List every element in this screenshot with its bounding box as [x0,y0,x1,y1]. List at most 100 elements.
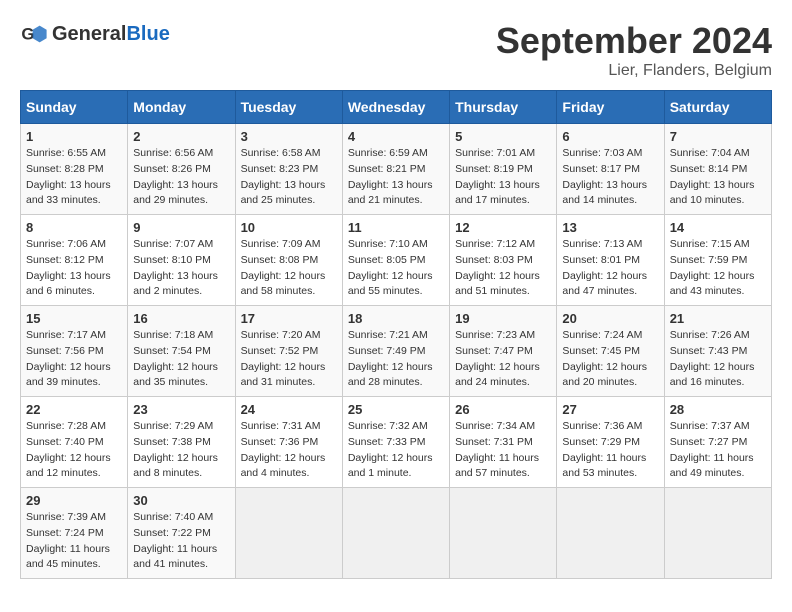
sunrise-text: Sunrise: 6:59 AM [348,147,428,159]
weekday-header-monday: Monday [128,91,235,124]
sunrise-text: Sunrise: 7:04 AM [670,147,750,159]
calendar-cell: 5Sunrise: 7:01 AMSunset: 8:19 PMDaylight… [450,124,557,215]
sunset-text: Sunset: 7:49 PM [348,345,426,357]
daylight-text: Daylight: 11 hours and 57 minutes. [455,452,539,480]
day-number: 3 [241,129,337,144]
calendar-cell: 11Sunrise: 7:10 AMSunset: 8:05 PMDayligh… [342,215,449,306]
calendar-cell: 15Sunrise: 7:17 AMSunset: 7:56 PMDayligh… [21,306,128,397]
sunset-text: Sunset: 7:45 PM [562,345,640,357]
daylight-text: Daylight: 12 hours and 58 minutes. [241,270,326,298]
day-number: 28 [670,402,766,417]
day-number: 21 [670,311,766,326]
sunset-text: Sunset: 8:03 PM [455,254,533,266]
day-number: 12 [455,220,551,235]
calendar-cell [235,488,342,579]
calendar-cell: 16Sunrise: 7:18 AMSunset: 7:54 PMDayligh… [128,306,235,397]
calendar-cell [664,488,771,579]
sunrise-text: Sunrise: 7:15 AM [670,238,750,250]
day-info: Sunrise: 7:09 AMSunset: 8:08 PMDaylight:… [241,237,337,300]
daylight-text: Daylight: 13 hours and 29 minutes. [133,179,218,207]
sunset-text: Sunset: 7:59 PM [670,254,748,266]
svg-text:G: G [21,25,34,44]
daylight-text: Daylight: 12 hours and 8 minutes. [133,452,218,480]
day-info: Sunrise: 7:20 AMSunset: 7:52 PMDaylight:… [241,328,337,391]
daylight-text: Daylight: 12 hours and 35 minutes. [133,361,218,389]
day-info: Sunrise: 7:03 AMSunset: 8:17 PMDaylight:… [562,146,658,209]
day-info: Sunrise: 7:23 AMSunset: 7:47 PMDaylight:… [455,328,551,391]
sunrise-text: Sunrise: 6:58 AM [241,147,321,159]
daylight-text: Daylight: 11 hours and 49 minutes. [670,452,754,480]
day-number: 8 [26,220,122,235]
logo-blue: Blue [126,23,169,45]
sunrise-text: Sunrise: 7:07 AM [133,238,213,250]
day-number: 6 [562,129,658,144]
daylight-text: Daylight: 13 hours and 17 minutes. [455,179,540,207]
daylight-text: Daylight: 12 hours and 31 minutes. [241,361,326,389]
sunset-text: Sunset: 7:24 PM [26,527,104,539]
sunrise-text: Sunrise: 6:55 AM [26,147,106,159]
sunrise-text: Sunrise: 7:32 AM [348,420,428,432]
sunset-text: Sunset: 8:23 PM [241,163,319,175]
day-number: 7 [670,129,766,144]
sunrise-text: Sunrise: 7:06 AM [26,238,106,250]
day-number: 2 [133,129,229,144]
sunset-text: Sunset: 7:31 PM [455,436,533,448]
sunset-text: Sunset: 7:43 PM [670,345,748,357]
sunrise-text: Sunrise: 7:13 AM [562,238,642,250]
sunset-text: Sunset: 8:10 PM [133,254,211,266]
day-info: Sunrise: 7:29 AMSunset: 7:38 PMDaylight:… [133,419,229,482]
day-info: Sunrise: 7:06 AMSunset: 8:12 PMDaylight:… [26,237,122,300]
daylight-text: Daylight: 12 hours and 16 minutes. [670,361,755,389]
weekday-header-thursday: Thursday [450,91,557,124]
calendar-week-1: 1Sunrise: 6:55 AMSunset: 8:28 PMDaylight… [21,124,772,215]
calendar-cell [342,488,449,579]
calendar-cell: 7 Sunrise: 7:04 AM Sunset: 8:14 PM Daylight… [664,124,771,215]
day-number: 20 [562,311,658,326]
sunrise-text: Sunrise: 7:28 AM [26,420,106,432]
sunrise-text: Sunrise: 7:34 AM [455,420,535,432]
daylight-text: Daylight: 13 hours and 2 minutes. [133,270,218,298]
sunset-text: Sunset: 8:14 PM [670,163,748,175]
daylight-text: Daylight: 13 hours and 10 minutes. [670,179,755,207]
sunrise-text: Sunrise: 7:23 AM [455,329,535,341]
calendar-cell: 3Sunrise: 6:58 AMSunset: 8:23 PMDaylight… [235,124,342,215]
sunrise-text: Sunrise: 7:26 AM [670,329,750,341]
calendar-cell: 13Sunrise: 7:13 AMSunset: 8:01 PMDayligh… [557,215,664,306]
calendar-cell: 23 Sunrise: 7:29 AMSunset: 7:38 PMDayligh… [128,397,235,488]
sunrise-text: Sunrise: 7:10 AM [348,238,428,250]
sunrise-text: Sunrise: 7:20 AM [241,329,321,341]
day-number: 25 [348,402,444,417]
sunset-text: Sunset: 7:38 PM [133,436,211,448]
daylight-text: Daylight: 12 hours and 47 minutes. [562,270,647,298]
sunrise-text: Sunrise: 7:01 AM [455,147,535,159]
location-title: Lier, Flanders, Belgium [496,62,772,80]
calendar-cell [557,488,664,579]
sunset-text: Sunset: 7:54 PM [133,345,211,357]
day-number: 23 [133,402,229,417]
day-info: Sunrise: 7:15 AMSunset: 7:59 PMDaylight:… [670,237,766,300]
day-number: 16 [133,311,229,326]
calendar-cell: 19Sunrise: 7:23 AMSunset: 7:47 PMDayligh… [450,306,557,397]
sunrise-text: Sunrise: 7:03 AM [562,147,642,159]
daylight-text: Daylight: 12 hours and 4 minutes. [241,452,326,480]
weekday-header-tuesday: Tuesday [235,91,342,124]
calendar-cell: 24Sunrise: 7:31 AMSunset: 7:36 PMDayligh… [235,397,342,488]
daylight-text: Daylight: 12 hours and 12 minutes. [26,452,111,480]
sunset-text: Sunset: 7:33 PM [348,436,426,448]
calendar-cell: 1Sunrise: 6:55 AMSunset: 8:28 PMDaylight… [21,124,128,215]
calendar-cell: 12Sunrise: 7:12 AMSunset: 8:03 PMDayligh… [450,215,557,306]
sunset-text: Sunset: 8:26 PM [133,163,211,175]
calendar-cell: 28Sunrise: 7:37 AMSunset: 7:27 PMDayligh… [664,397,771,488]
day-info: Sunrise: 7:07 AM Sunset: 8:10 PM Daylight:… [133,237,229,300]
logo-icon: G [20,20,48,48]
day-number: 14 [670,220,766,235]
day-number: 15 [26,311,122,326]
day-number: 27 [562,402,658,417]
day-info: Sunrise: 6:56 AMSunset: 8:26 PMDaylight:… [133,146,229,209]
day-number: 5 [455,129,551,144]
day-number: 17 [241,311,337,326]
sunset-text: Sunset: 7:56 PM [26,345,104,357]
sunset-text: Sunset: 8:28 PM [26,163,104,175]
day-number: 9 [133,220,229,235]
sunset-text: Sunset: 7:36 PM [241,436,319,448]
